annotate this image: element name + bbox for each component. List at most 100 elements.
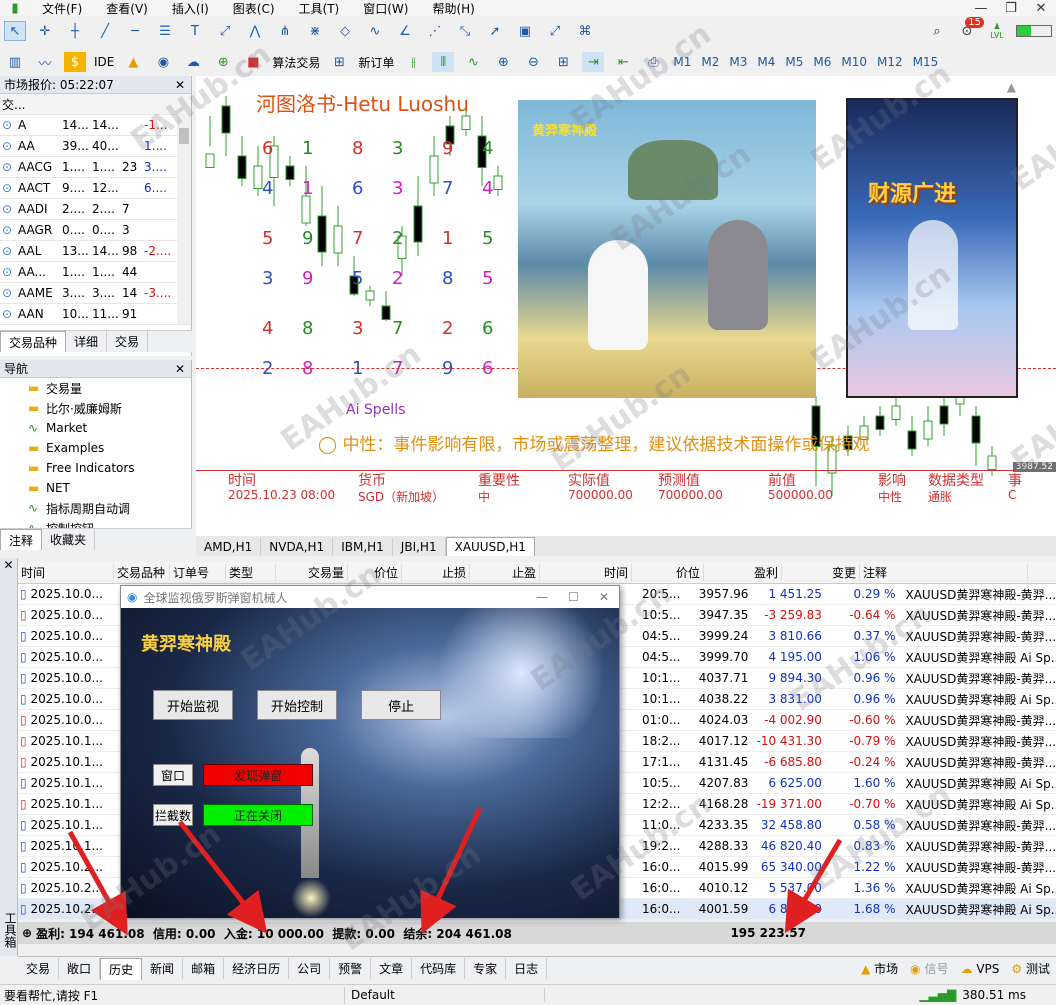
image-icon[interactable]: ▣ (514, 21, 536, 41)
bottom-tester-button[interactable]: ⚙ 测试 (1005, 960, 1056, 977)
restore-icon[interactable]: ❐ (1000, 0, 1022, 18)
history-col-header[interactable]: 盈利 (704, 564, 782, 581)
terminal-tab[interactable]: 公司 (289, 958, 331, 979)
terminal-tab[interactable]: 敞口 (59, 958, 101, 979)
tf-m1[interactable]: M1 (668, 55, 696, 69)
history-col-header[interactable]: 时间 (540, 564, 632, 581)
tf-m2[interactable]: M2 (696, 55, 724, 69)
navigator-item[interactable]: ▬ NET (0, 478, 191, 498)
menu-file[interactable]: 文件(F) (30, 0, 94, 17)
symbol-row[interactable]: ⊙ AAN 10... 11... 91 (0, 304, 191, 325)
tab-details[interactable]: 详细 (66, 331, 108, 352)
close-icon[interactable]: ✕ (0, 558, 17, 572)
market-watch-scrollbar[interactable] (177, 114, 191, 324)
new-order-icon[interactable]: ⊞ (328, 52, 350, 72)
minimize-icon[interactable]: — (970, 0, 992, 18)
menu-help[interactable]: 帮助(H) (420, 0, 486, 17)
chart-type-icon[interactable]: ▥ (4, 52, 26, 72)
navigator-item[interactable]: ▬ 交易量 (0, 378, 191, 398)
symbol-row[interactable]: ⊙ AA... 1.... 1.... 44 (0, 262, 191, 283)
terminal-tab[interactable]: 专家 (465, 958, 507, 979)
tab-chart-jbi[interactable]: JBI,H1 (393, 538, 446, 556)
history-col-header[interactable]: 止损 (402, 564, 470, 581)
menu-insert[interactable]: 插入(I) (160, 0, 221, 17)
tab-symbols[interactable]: 交易品种 (0, 331, 67, 352)
ide-button[interactable]: IDE (94, 55, 114, 69)
tab-comments[interactable]: 注释 (0, 529, 43, 550)
maximize-icon[interactable]: ☐ (558, 590, 589, 604)
vertical-line-icon[interactable]: ┼ (64, 21, 86, 41)
fibo-icon[interactable]: ⤢ (214, 21, 236, 41)
terminal-tab[interactable]: 经济日历 (224, 958, 290, 979)
close-icon[interactable]: ✕ (1030, 0, 1052, 18)
symbol-row[interactable]: ⊙ AACT 9.... 12... 6.... (0, 178, 191, 199)
terminal-tab[interactable]: 交易 (18, 958, 60, 979)
algo-trading-icon[interactable]: ■ (242, 52, 264, 72)
screenshot-icon[interactable]: ⎙ (642, 52, 664, 72)
arrow-icon[interactable]: ➚ (484, 21, 506, 41)
tab-chart-amd[interactable]: AMD,H1 (196, 538, 262, 556)
menu-window[interactable]: 窗口(W) (351, 0, 420, 17)
notifications-icon[interactable]: ⊙ 15 (956, 17, 984, 41)
terminal-tab[interactable]: 代码库 (412, 958, 466, 979)
tab-favorites[interactable]: 收藏夹 (42, 529, 96, 550)
shop-icon[interactable]: ▲ (122, 52, 144, 72)
menu-tools[interactable]: 工具(T) (287, 0, 352, 17)
shift-icon[interactable]: ⇤ (612, 52, 634, 72)
navigator-item[interactable]: ∿ 指标周期自动调 (0, 498, 191, 518)
bottom-signals-button[interactable]: ◉ 信号 (904, 960, 954, 977)
history-col-header[interactable]: 注释 (860, 564, 1028, 581)
vps-icon[interactable]: ⊕ (212, 52, 234, 72)
history-col-header[interactable]: 价位 (632, 564, 704, 581)
zoom-out-icon[interactable]: ⊖ (522, 52, 544, 72)
tf-m15[interactable]: M15 (908, 55, 944, 69)
shapes-menu-icon[interactable]: ⌘ (574, 21, 596, 41)
history-col-header[interactable]: 止盈 (470, 564, 540, 581)
autoscroll-icon[interactable]: ⇥ (582, 52, 605, 72)
fan-icon[interactable]: ⋇ (304, 21, 326, 41)
history-col-header[interactable]: 变更 (782, 564, 860, 581)
bottom-vps-button[interactable]: ☁ VPS (955, 962, 1006, 976)
history-col-header[interactable]: 时间 (18, 564, 114, 581)
dollar-icon[interactable]: $ (64, 52, 86, 72)
tf-m3[interactable]: M3 (724, 55, 752, 69)
minimize-icon[interactable]: — (526, 590, 558, 604)
history-col-header[interactable]: 价位 (348, 564, 402, 581)
bottom-market-button[interactable]: ▲ 市场 (855, 960, 904, 977)
navigator-item[interactable]: ∿ Market (0, 418, 191, 438)
signals-icon[interactable]: ◉ (152, 52, 174, 72)
chart-window[interactable]: 河图洛书-Hetu Luoshu 6 1 8 3 9 4 4 1 6 3 7 4 5 9 7 2 1 5 3 9 5 2 8… (196, 76, 1056, 536)
trend-line-icon[interactable]: ╱ (94, 21, 116, 41)
stop-button[interactable]: 停止 (361, 690, 441, 720)
tf-m6[interactable]: M6 (808, 55, 836, 69)
tf-m4[interactable]: M4 (752, 55, 780, 69)
new-order-button[interactable]: 新订单 (358, 54, 394, 71)
shape-icon[interactable]: ◇ (334, 21, 356, 41)
col-symbol[interactable]: 交... (0, 96, 34, 113)
symbol-row[interactable]: ⊙ AAME 3.... 3.... 14 -3.... (0, 283, 191, 304)
tile-icon[interactable]: ⊞ (552, 52, 574, 72)
ellipse-icon[interactable]: ⤡ (454, 21, 476, 41)
symbol-row[interactable]: ⊙ AA 39... 40... 1.... (0, 136, 191, 157)
tab-chart-ibm[interactable]: IBM,H1 (333, 538, 393, 556)
tab-chart-nvda[interactable]: NVDA,H1 (261, 538, 334, 556)
summary-expand-icon[interactable]: ⊕ (18, 926, 36, 940)
terminal-tab[interactable]: 邮箱 (183, 958, 225, 979)
cursor-icon[interactable]: ↖ (4, 21, 26, 41)
terminal-tab[interactable]: 日志 (506, 958, 548, 979)
history-col-header[interactable]: 类型 (226, 564, 276, 581)
search-icon[interactable]: ⌕ (926, 21, 948, 41)
close-icon[interactable]: ✕ (175, 362, 191, 376)
channel-icon[interactable]: ☰ (154, 21, 176, 41)
resize-icon[interactable]: ⤢ (544, 21, 566, 41)
terminal-tab[interactable]: 历史 (100, 957, 143, 980)
wave-icon[interactable]: ∿ (364, 21, 386, 41)
navigator-item[interactable]: ▬ Examples (0, 438, 191, 458)
close-icon[interactable]: ✕ (589, 590, 619, 604)
start-control-button[interactable]: 开始控制 (257, 690, 337, 720)
symbol-row[interactable]: ⊙ A 14... 14... -1... (0, 115, 191, 136)
tab-trading[interactable]: 交易 (107, 331, 149, 352)
abc-icon[interactable]: ⋀ (244, 21, 266, 41)
bar-chart-icon[interactable]: ⫲ (402, 52, 424, 72)
tf-m10[interactable]: M10 (836, 55, 872, 69)
